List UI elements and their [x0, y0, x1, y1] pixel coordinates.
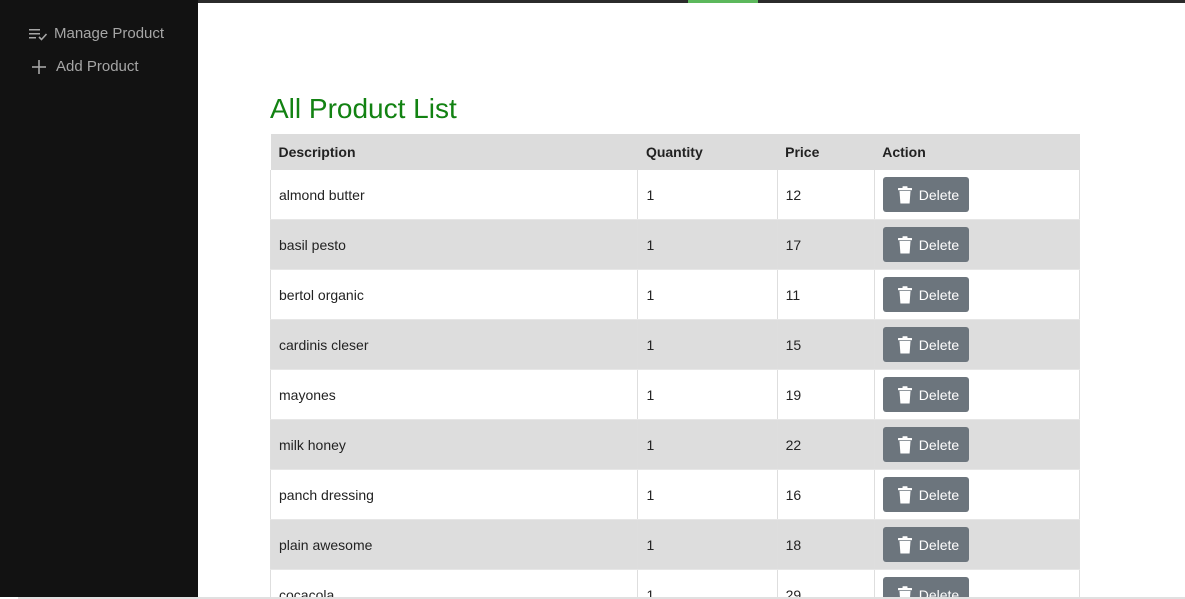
delete-button[interactable]: Delete	[882, 577, 970, 598]
delete-button[interactable]: Delete	[882, 227, 970, 262]
delete-button[interactable]: Delete	[882, 277, 970, 312]
playlist-check-icon	[28, 26, 48, 42]
table-row: bertol organic 1 11 Delete	[269, 269, 1081, 320]
sidebar-item-manage-product[interactable]: Manage Product	[28, 25, 164, 42]
delete-button-label: Delete	[918, 586, 960, 598]
column-header-quantity: Quantity	[637, 134, 778, 170]
column-header-price: Price	[777, 134, 875, 170]
cell-action: Delete	[873, 419, 1081, 470]
trash-icon	[897, 535, 913, 554]
product-table: Description Quantity Price Action almond…	[269, 134, 1081, 598]
trash-icon	[897, 285, 913, 304]
cell-action: Delete	[873, 369, 1081, 420]
table-row: plain awesome 1 18 Delete	[269, 519, 1081, 570]
cell-quantity: 1	[637, 269, 778, 320]
cell-action: Delete	[873, 469, 1081, 520]
delete-button-label: Delete	[918, 386, 960, 403]
delete-button-label: Delete	[918, 236, 960, 253]
cell-description: cardinis cleser	[269, 319, 638, 370]
cell-quantity: 1	[637, 569, 778, 597]
cell-quantity: 1	[637, 219, 778, 270]
table-row: almond butter 1 12 Delete	[269, 170, 1081, 220]
cell-price: 16	[776, 469, 875, 520]
trash-icon	[897, 185, 913, 204]
delete-button-label: Delete	[918, 486, 960, 503]
cell-price: 29	[776, 569, 875, 597]
trash-icon	[897, 335, 913, 354]
product-table-container: Description Quantity Price Action almond…	[269, 134, 1081, 598]
cell-quantity: 1	[637, 319, 778, 370]
trash-icon	[897, 585, 913, 597]
table-row: cardinis cleser 1 15 Delete	[269, 319, 1081, 370]
cell-action: Delete	[873, 569, 1081, 598]
trash-icon	[897, 235, 913, 254]
sidebar-item-label: Manage Product	[54, 25, 165, 42]
table-row: mayones 1 19 Delete	[269, 369, 1081, 420]
trash-icon	[897, 435, 913, 454]
table-row: panch dressing 1 16 Delete	[269, 469, 1081, 520]
cell-description: cocacola	[269, 569, 638, 597]
delete-button-label: Delete	[918, 186, 960, 203]
delete-button[interactable]: Delete	[882, 377, 970, 412]
cell-action: Delete	[873, 170, 1081, 220]
delete-button-label: Delete	[918, 436, 960, 453]
delete-button[interactable]: Delete	[882, 177, 970, 212]
page-title: All Product List	[270, 93, 457, 124]
cell-action: Delete	[873, 219, 1081, 270]
cell-price: 19	[776, 369, 875, 420]
app-window: Manage Product Add Product All Product L…	[0, 0, 1185, 599]
cell-description: bertol organic	[269, 269, 638, 320]
sidebar: Manage Product Add Product	[0, 0, 198, 597]
cell-description: basil pesto	[269, 219, 638, 270]
cell-description: mayones	[269, 369, 638, 420]
delete-button[interactable]: Delete	[882, 327, 970, 362]
cell-quantity: 1	[637, 369, 778, 420]
cell-description: panch dressing	[269, 469, 638, 520]
delete-button-label: Delete	[918, 336, 960, 353]
delete-button[interactable]: Delete	[882, 427, 970, 462]
table-body: almond butter 1 12 Delete basil pesto 1	[269, 170, 1081, 598]
delete-button[interactable]: Delete	[882, 527, 970, 562]
column-header-action: Action	[874, 134, 1080, 170]
cell-price: 17	[776, 219, 875, 270]
sidebar-item-label: Add Product	[56, 58, 139, 75]
cell-quantity: 1	[637, 519, 778, 570]
delete-button-label: Delete	[918, 286, 960, 303]
cell-description: milk honey	[269, 419, 638, 470]
table-row: basil pesto 1 17 Delete	[269, 219, 1081, 270]
cell-quantity: 1	[637, 419, 778, 470]
cell-quantity: 1	[637, 170, 778, 220]
cell-action: Delete	[873, 319, 1081, 370]
table-row: cocacola 1 29 Delete	[269, 569, 1081, 598]
trash-icon	[897, 485, 913, 504]
column-header-description: Description	[270, 134, 638, 170]
cell-action: Delete	[873, 269, 1081, 320]
sidebar-item-add-product[interactable]: Add Product	[30, 58, 139, 75]
cell-quantity: 1	[637, 469, 778, 520]
delete-button[interactable]: Delete	[882, 477, 970, 512]
cell-description: almond butter	[269, 170, 638, 220]
cell-description: plain awesome	[269, 519, 638, 570]
cell-action: Delete	[873, 519, 1081, 570]
trash-icon	[897, 385, 913, 404]
cell-price: 12	[776, 170, 875, 220]
delete-button-label: Delete	[918, 536, 960, 553]
main-content: All Product List Description Quantity Pr…	[198, 3, 1185, 597]
table-row: milk honey 1 22 Delete	[269, 419, 1081, 470]
cell-price: 22	[776, 419, 875, 470]
plus-icon	[30, 59, 50, 75]
cell-price: 18	[776, 519, 875, 570]
table-header-row: Description Quantity Price Action	[270, 134, 1080, 170]
cell-price: 15	[776, 319, 875, 370]
cell-price: 11	[776, 269, 875, 320]
